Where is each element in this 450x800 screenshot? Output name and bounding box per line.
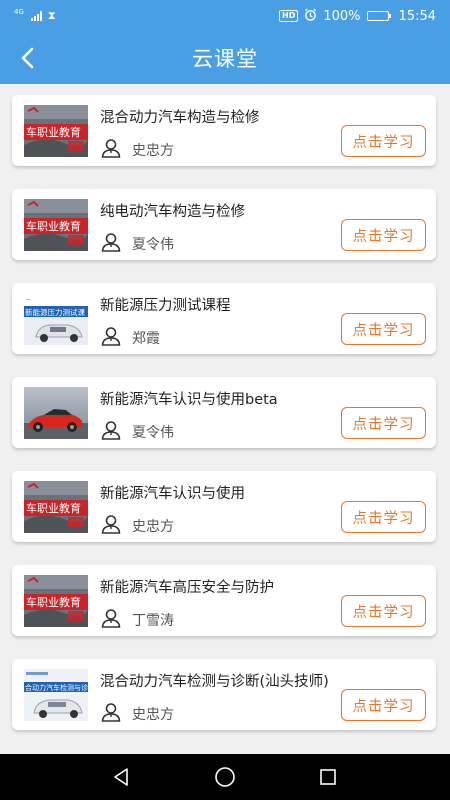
person-icon [100, 231, 122, 257]
teacher-name: 史忠方 [132, 143, 174, 159]
course-thumbnail[interactable]: 车职业教育 [24, 575, 88, 627]
start-study-button[interactable]: 点击学习 [341, 501, 426, 533]
svg-text:合动力汽车检测与诊: 合动力汽车检测与诊 [25, 683, 88, 692]
teacher-name: 夏令伟 [132, 425, 174, 441]
person-icon [100, 513, 122, 539]
alarm-icon [304, 8, 317, 25]
teacher-info: 夏令伟 [100, 419, 174, 445]
teacher-name: 丁雪涛 [132, 613, 174, 629]
person-icon [100, 137, 122, 163]
course-thumbnail[interactable]: 合动力汽车检测与诊 [24, 669, 88, 721]
network-type: 4G [14, 7, 24, 16]
course-thumbnail[interactable]: 新能源压力测试课 — [24, 293, 88, 345]
start-study-button[interactable]: 点击学习 [341, 407, 426, 439]
course-card[interactable]: 新能源压力测试课 — 新能源压力测试课程 郑霞 点击学习 [12, 283, 436, 354]
person-icon [100, 325, 122, 351]
course-thumbnail[interactable]: 车职业教育 [24, 105, 88, 157]
page-title: 云课堂 [192, 47, 258, 71]
teacher-name: 史忠方 [132, 519, 174, 535]
course-title: 新能源压力测试课程 [100, 298, 231, 314]
person-icon [100, 419, 122, 445]
teacher-info: 丁雪涛 [100, 607, 174, 633]
course-title: 新能源汽车认识与使用beta [100, 392, 278, 408]
circle-home-icon [215, 767, 235, 787]
course-card[interactable]: 车职业教育 新能源汽车高压安全与防护 丁雪涛 点击学习 [12, 565, 436, 636]
course-thumbnail[interactable]: 车职业教育 [24, 481, 88, 533]
nav-recents-button[interactable] [308, 757, 348, 797]
course-card[interactable]: 车职业教育 新能源汽车认识与使用 史忠方 点击学习 [12, 471, 436, 542]
course-title: 纯电动汽车构造与检修 [100, 204, 245, 220]
chevron-left-icon [21, 47, 34, 69]
teacher-info: 郑霞 [100, 325, 160, 351]
hourglass-icon: ⧗ [47, 9, 56, 22]
teacher-name: 夏令伟 [132, 237, 174, 253]
start-study-button[interactable]: 点击学习 [341, 689, 426, 721]
svg-text:车职业教育: 车职业教育 [26, 125, 81, 139]
hd-badge: HD [279, 10, 299, 22]
course-card[interactable]: 合动力汽车检测与诊 混合动力汽车检测与诊断(汕头技师) 史忠方 点击学习 [12, 659, 436, 730]
course-title: 混合动力汽车构造与检修 [100, 110, 260, 126]
svg-text:车职业教育: 车职业教育 [26, 595, 81, 609]
app-header: 云课堂 [0, 32, 450, 84]
start-study-button[interactable]: 点击学习 [341, 313, 426, 345]
teacher-name: 郑霞 [132, 331, 160, 347]
teacher-name: 史忠方 [132, 707, 174, 723]
course-title: 新能源汽车认识与使用 [100, 486, 245, 502]
person-icon [100, 607, 122, 633]
person-icon [100, 701, 122, 727]
nav-back-button[interactable] [102, 757, 142, 797]
start-study-button[interactable]: 点击学习 [341, 125, 426, 157]
teacher-info: 史忠方 [100, 513, 174, 539]
svg-text:车职业教育: 车职业教育 [26, 219, 81, 233]
battery-icon [366, 11, 391, 21]
triangle-back-icon [113, 768, 128, 786]
svg-text:车职业教育: 车职业教育 [26, 501, 81, 515]
teacher-info: 夏令伟 [100, 231, 174, 257]
svg-text:新能源压力测试课: 新能源压力测试课 [25, 307, 85, 317]
start-study-button[interactable]: 点击学习 [341, 595, 426, 627]
start-study-button[interactable]: 点击学习 [341, 219, 426, 251]
course-card[interactable]: 车职业教育 纯电动汽车构造与检修 夏令伟 点击学习 [12, 189, 436, 260]
teacher-info: 史忠方 [100, 137, 174, 163]
back-button[interactable] [14, 44, 42, 72]
nav-home-button[interactable] [205, 757, 245, 797]
teacher-info: 史忠方 [100, 701, 174, 727]
course-card[interactable]: 新能源汽车认识与使用beta 夏令伟 点击学习 [12, 377, 436, 448]
course-card[interactable]: 车职业教育 混合动力汽车构造与检修 史忠方 点击学习 [12, 95, 436, 166]
course-list[interactable]: 车职业教育 混合动力汽车构造与检修 史忠方 点击学习 车职业教育 纯电动汽车构造… [0, 84, 450, 754]
status-bar: 4G ⧗ HD 100% 15:54 [0, 0, 450, 32]
course-thumbnail[interactable]: 车职业教育 [24, 199, 88, 251]
svg-text:—: — [26, 297, 31, 303]
course-title: 混合动力汽车检测与诊断(汕头技师) [100, 674, 329, 690]
signal-icon [30, 11, 42, 21]
square-recents-icon [320, 769, 337, 785]
battery-percent: 100% [323, 8, 361, 24]
course-title: 新能源汽车高压安全与防护 [100, 580, 274, 596]
system-nav-bar [0, 754, 450, 800]
course-thumbnail[interactable] [24, 387, 88, 439]
clock: 15:54 [398, 8, 436, 24]
